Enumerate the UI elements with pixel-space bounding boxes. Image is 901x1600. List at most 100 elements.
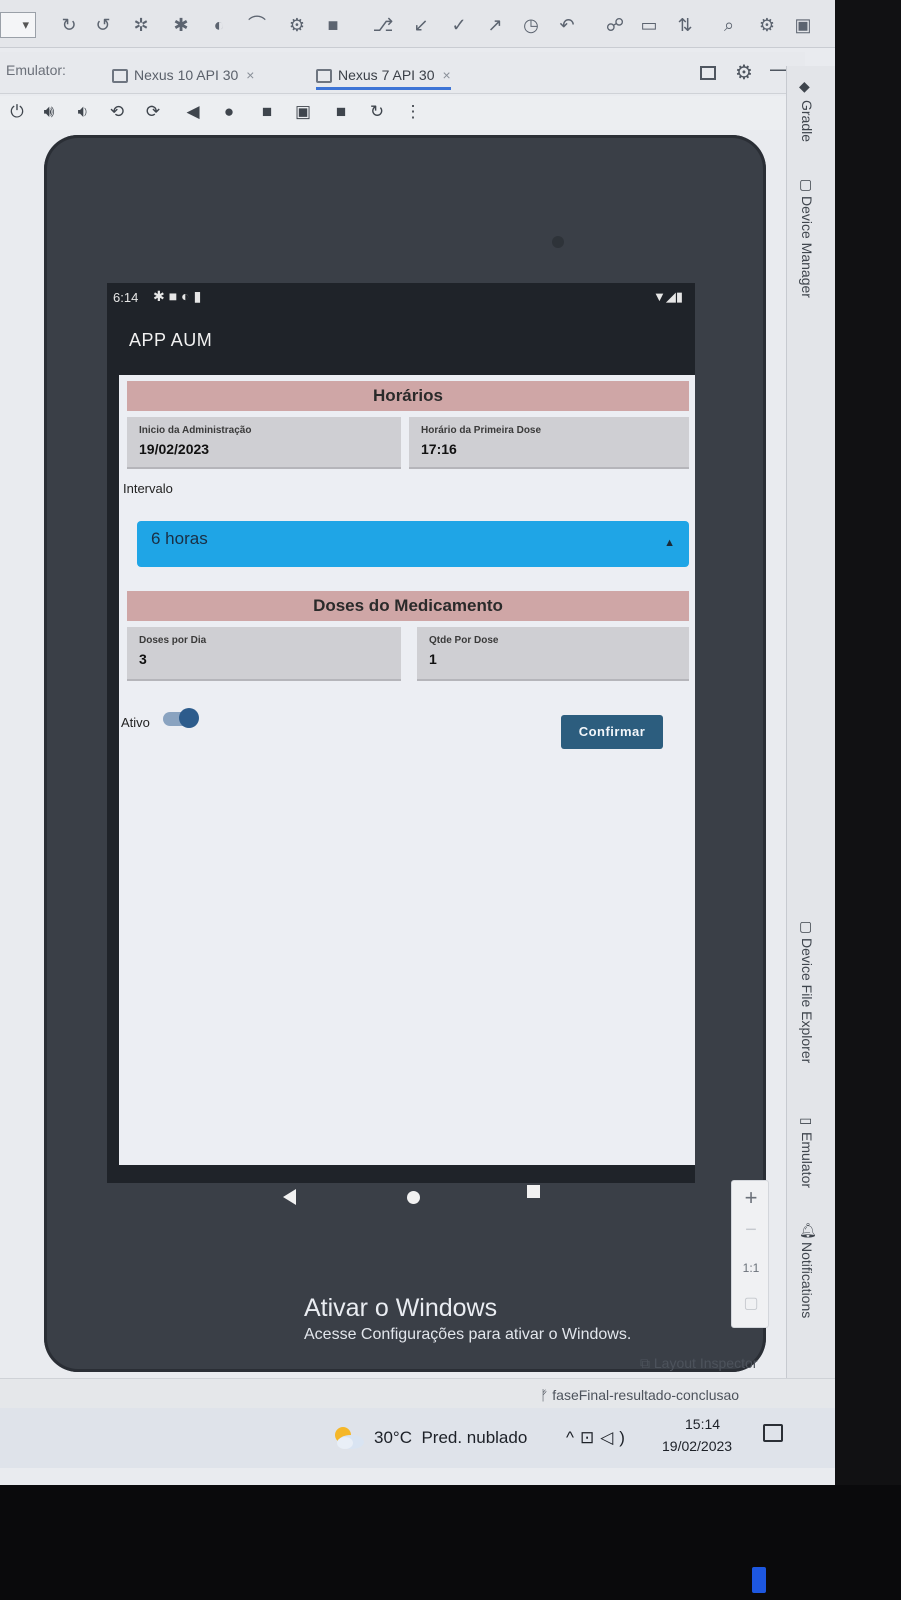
notification-icons: ✱■◐▮ [153,288,206,304]
rollback-icon[interactable]: ↶ [556,14,578,36]
doses-por-dia-label: Doses por Dia [139,635,207,646]
system-tray[interactable]: ^⊡◁) [566,1428,631,1448]
activation-watermark-title: Ativar o Windows [304,1294,498,1322]
update-icon[interactable]: ↙ [410,14,432,36]
home-icon[interactable]: ● [218,102,240,122]
status-time: 6:14 [113,290,139,305]
emulator-tabs-row: Emulator: Nexus 10 API 30 × Nexus 7 API 3… [0,52,805,94]
commit-icon[interactable]: ✓ [448,14,470,36]
notifications-tab[interactable]: Notifications [799,1242,815,1318]
volume-icon[interactable]: ◁) [600,1428,631,1447]
rotate-left-icon[interactable]: ⟲ [106,102,128,122]
ativo-label: Ativo [121,715,150,730]
ide-status-line: ᚠ faseFinal-resultado-conclusao [0,1378,835,1408]
intervalo-dropdown[interactable]: 6 horas ▲ [137,521,689,567]
layout-inspector-button[interactable]: ⧉ Layout Inspector [640,1355,757,1372]
gradle-tab[interactable]: Gradle [799,100,815,142]
right-tool-window-bar: ◆ Gradle ▢ Device Manager ▢ Device File … [786,66,835,1436]
tab-nexus-7[interactable]: Nexus 7 API 30 × [316,60,451,90]
debug-icon[interactable]: ✲ [130,14,152,36]
run-settings-icon[interactable]: ⚙ [286,14,308,36]
confirmar-button[interactable]: Confirmar [561,715,663,749]
stop-icon[interactable]: ■ [322,14,344,36]
zoom-out-button[interactable]: − [732,1219,770,1242]
primeira-dose-label: Horário da Primeira Dose [421,425,542,436]
emulator-tab[interactable]: Emulator [799,1132,815,1188]
power-icon[interactable]: ⏻ [6,102,28,122]
device-tab-icon [112,69,128,84]
inicio-administracao-value: 19/02/2023 [139,441,210,457]
zoom-fit-icon[interactable]: ▢ [732,1293,770,1313]
emulator-label: Emulator: [6,62,66,78]
doses-por-dia-value: 3 [139,651,147,667]
git-icon[interactable]: ⎇ [372,14,394,36]
branch-icon: ᚠ [540,1387,553,1403]
sync-icon[interactable]: ⇅ [674,14,696,36]
more-icon[interactable]: ⋮ [402,102,424,122]
nav-back-icon[interactable] [283,1189,296,1205]
qtde-por-dose-value: 1 [429,651,437,667]
chevron-up-icon[interactable]: ^ [566,1428,580,1447]
history-icon[interactable]: ◷ [520,14,542,36]
config-dropdown[interactable]: ▾ [0,12,36,38]
zoom-in-button[interactable]: + [732,1185,770,1211]
device-tab-icon [316,69,332,84]
primeira-dose-value: 17:16 [421,441,457,457]
tab-nexus-7-label: Nexus 7 API 30 [338,67,435,83]
app-title: APP AUM [129,330,213,350]
settings-icon[interactable]: ⚙ [756,14,778,36]
zoom-controls: + − 1:1 ▢ [731,1180,769,1328]
volume-down-icon[interactable]: 🔉︎ [72,102,94,122]
profile-icon[interactable]: ◐ [208,14,230,36]
search-icon[interactable]: ⌕ [718,14,740,36]
weather-widget[interactable]: 30°C Pred. nublado [374,1428,527,1448]
push-icon[interactable]: ↗ [484,14,506,36]
intervalo-label: Intervalo [123,481,173,496]
back-icon[interactable]: ◀ [182,102,204,122]
nav-home-icon[interactable] [407,1191,420,1204]
refresh-icon[interactable]: ↻ [58,14,80,36]
android-status-bar: 6:14 ✱■◐▮ ▼◢▮ [107,283,695,313]
device-manager-tab[interactable]: Device Manager [799,196,815,298]
tab-nexus-10[interactable]: Nexus 10 API 30 × [112,60,254,90]
qtde-por-dose-field[interactable]: Qtde Por Dose 1 [417,627,689,681]
tab-close-icon[interactable]: × [443,67,451,83]
screenshot-icon[interactable]: ▣ [292,102,314,122]
primeira-dose-field[interactable]: Horário da Primeira Dose 17:16 [409,417,689,469]
weather-condition: Pred. nublado [421,1428,528,1447]
zoom-actual-size-button[interactable]: 1:1 [732,1261,770,1275]
network-icon[interactable]: ⊡ [580,1428,600,1447]
snapshot-icon[interactable]: ↻ [366,102,388,122]
ativo-switch-thumb[interactable] [179,708,199,728]
weather-temperature: 30°C [374,1428,412,1447]
android-screen: 6:14 ✱■◐▮ ▼◢▮ APP AUM Horários Inicio da… [107,283,695,1205]
gear-icon[interactable]: ⚙ [735,60,753,85]
clock-time[interactable]: 15:14 [685,1416,720,1432]
inicio-administracao-field[interactable]: Inicio da Administração 19/02/2023 [127,417,401,469]
doses-por-dia-field[interactable]: Doses por Dia 3 [127,627,401,681]
doses-header: Doses do Medicamento [127,591,689,621]
nav-recents-icon[interactable] [527,1185,540,1198]
clock-date[interactable]: 19/02/2023 [662,1438,732,1454]
windows-taskbar: 30°C Pred. nublado ^⊡◁) 15:14 19/02/2023 [0,1408,835,1468]
attach-icon[interactable]: ⌒ [246,14,268,36]
restore-window-icon[interactable] [700,66,716,80]
qtde-por-dose-label: Qtde Por Dose [429,635,499,646]
project-structure-icon[interactable]: ▣ [792,14,814,36]
gradle-icon: ◆ [799,78,810,94]
app-content: Horários Inicio da Administração 19/02/2… [119,375,695,1165]
volume-up-icon[interactable]: 🔊︎ [38,102,60,122]
git-branch[interactable]: ᚠ faseFinal-resultado-conclusao [540,1387,739,1403]
tab-close-icon[interactable]: × [246,67,254,83]
rotate-right-icon[interactable]: ⟳ [142,102,164,122]
overview-icon[interactable]: ■ [256,102,278,122]
bug-icon[interactable]: ✱ [170,14,192,36]
avd-icon[interactable]: ☍ [604,14,626,36]
record-icon[interactable]: ■ [330,102,352,122]
tab-nexus-10-label: Nexus 10 API 30 [134,67,239,83]
device-icon[interactable]: ▭ [638,14,660,36]
device-camera [552,236,564,248]
device-file-explorer-tab[interactable]: Device File Explorer [799,938,815,1063]
action-center-icon[interactable] [763,1424,783,1442]
apply-changes-icon[interactable]: ↺ [92,14,114,36]
